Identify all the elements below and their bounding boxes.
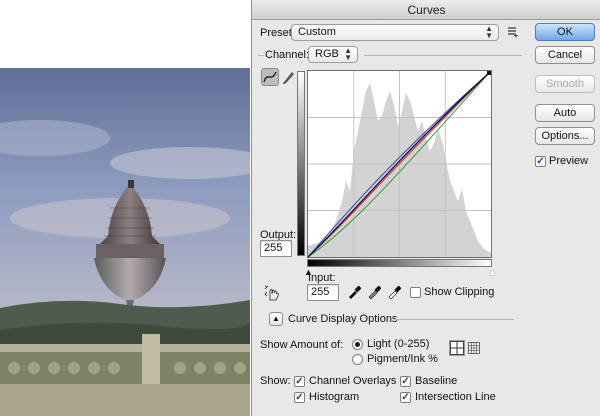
- histogram-label: Histogram: [309, 391, 360, 403]
- intersection-line-checkbox[interactable]: ✓: [400, 392, 411, 403]
- preview-checkbox[interactable]: ✓: [535, 156, 546, 167]
- simple-grid-icon[interactable]: [450, 341, 464, 355]
- baseline-label: Baseline: [415, 375, 458, 387]
- preset-options-icon[interactable]: [507, 26, 519, 38]
- curve-tool-button[interactable]: [261, 68, 279, 86]
- curve-display-options-label: Curve Display Options: [288, 313, 398, 325]
- preset-select[interactable]: Custom ▲ ▼: [291, 24, 499, 41]
- channel-select[interactable]: RGB ▲ ▼: [308, 46, 358, 63]
- curve-point-highlight[interactable]: [487, 71, 491, 75]
- show-clipping-label: Show Clipping: [424, 286, 495, 298]
- input-label: Input:: [308, 272, 336, 284]
- curve-display-separator: [394, 319, 514, 320]
- preset-label: Preset:: [260, 27, 295, 39]
- preview-label: Preview: [549, 155, 589, 167]
- light-radio[interactable]: [352, 339, 363, 350]
- black-eyedropper-icon[interactable]: [347, 285, 362, 299]
- pencil-tool-icon: [283, 72, 294, 84]
- screen: Curves Preset: Custom ▲ ▼ Channel: RGB ▲ ▼: [0, 0, 600, 416]
- auto-button[interactable]: Auto: [535, 104, 595, 122]
- ok-button[interactable]: OK: [535, 23, 595, 41]
- input-field[interactable]: 255: [307, 284, 339, 301]
- smooth-button[interactable]: Smooth: [535, 75, 595, 93]
- channel-group-line-left: [258, 55, 264, 56]
- popup-arrows-icon: ▲ ▼: [344, 46, 352, 62]
- background-photo: [0, 68, 250, 416]
- curve-graph[interactable]: [307, 70, 492, 258]
- options-button[interactable]: Options...: [535, 127, 595, 145]
- light-radio-label: Light (0-255): [367, 338, 430, 350]
- channel-overlays-label: Channel Overlays: [309, 375, 397, 387]
- curve-tool-icon: [263, 71, 277, 83]
- pigment-radio-label: Pigment/Ink %: [367, 353, 438, 365]
- baseline-checkbox[interactable]: ✓: [400, 376, 411, 387]
- output-gradient-bar: [297, 71, 305, 256]
- channel-label: Channel:: [265, 49, 310, 61]
- white-eyedropper-icon[interactable]: [387, 285, 402, 300]
- curve-graph-canvas[interactable]: [307, 70, 492, 258]
- curves-dialog: Curves Preset: Custom ▲ ▼ Channel: RGB ▲ ▼: [251, 0, 600, 416]
- gray-eyedropper-icon[interactable]: [367, 285, 382, 300]
- show-clipping-checkbox[interactable]: [410, 287, 421, 298]
- pencil-tool-button[interactable]: [279, 68, 297, 86]
- channel-value: RGB: [315, 48, 339, 60]
- popup-arrows-icon: ▲ ▼: [485, 24, 493, 40]
- channel-group-line-right: [364, 55, 522, 56]
- white-point-slider[interactable]: ▲: [488, 267, 497, 277]
- disclosure-icon[interactable]: ▲: [269, 312, 283, 326]
- photo-scene: [0, 68, 250, 416]
- preset-value: Custom: [298, 26, 336, 38]
- target-adjust-icon[interactable]: [264, 285, 280, 301]
- input-gradient-bar: [307, 259, 492, 267]
- histogram-checkbox[interactable]: ✓: [294, 392, 305, 403]
- show-amount-label: Show Amount of:: [260, 339, 344, 351]
- output-field[interactable]: 255: [260, 240, 292, 257]
- show-label: Show:: [260, 375, 291, 387]
- intersection-line-label: Intersection Line: [415, 391, 496, 403]
- pigment-radio[interactable]: [352, 354, 363, 365]
- detailed-grid-icon[interactable]: [468, 342, 480, 354]
- channel-overlays-checkbox[interactable]: ✓: [294, 376, 305, 387]
- dialog-title: Curves: [252, 0, 600, 20]
- cancel-button[interactable]: Cancel: [535, 46, 595, 64]
